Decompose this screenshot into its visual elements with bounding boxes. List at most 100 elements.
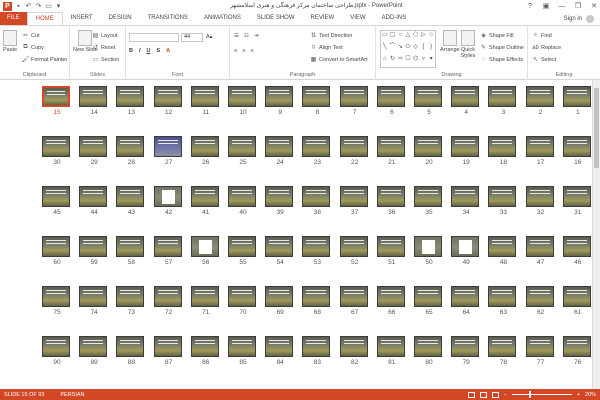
slide-image[interactable] [562, 186, 591, 207]
slide-image[interactable] [228, 86, 256, 107]
slide-image[interactable] [414, 186, 442, 207]
slide-image[interactable] [228, 336, 256, 357]
slide-thumbnail[interactable]: 13 [108, 86, 145, 120]
slide-image[interactable] [488, 286, 517, 307]
slide-image[interactable] [376, 86, 405, 107]
slide-image[interactable] [414, 236, 442, 257]
slide-thumbnail[interactable]: 74 [71, 286, 108, 320]
slide-image[interactable] [488, 336, 517, 357]
slide-image[interactable] [525, 186, 554, 207]
tab-slide-show[interactable]: SLIDE SHOW [249, 12, 303, 25]
convert-smartart-button[interactable]: ▦ Convert to SmartArt [310, 56, 368, 64]
restore-button[interactable]: ❐ [574, 2, 582, 10]
list-buttons[interactable]: ☰ ☷ ⇥ [234, 33, 258, 39]
slide-thumbnail[interactable]: 79 [443, 336, 480, 370]
select-button[interactable]: ↖ Select [532, 56, 556, 64]
slide-thumbnail[interactable]: 71 [183, 286, 219, 320]
slide-thumbnail[interactable]: 69 [257, 286, 294, 320]
slide-image[interactable] [79, 236, 108, 257]
slide-thumbnail[interactable]: 82 [332, 336, 368, 370]
tab-view[interactable]: VIEW [342, 12, 373, 25]
indent-icon[interactable]: ⇥ [254, 33, 259, 39]
slide-image[interactable] [302, 286, 331, 307]
slide-thumbnail[interactable]: 47 [518, 236, 554, 270]
slide-thumbnail[interactable]: 86 [183, 336, 219, 370]
arrange-button[interactable]: Arrange [440, 30, 460, 53]
slide-image[interactable] [265, 186, 294, 207]
align-center-icon[interactable]: ≡ [242, 48, 245, 54]
cut-button[interactable]: ✂ Cut [22, 32, 40, 40]
slide-image[interactable] [302, 86, 331, 107]
slide-sorter-view-icon[interactable] [479, 391, 487, 398]
slide-thumbnail[interactable]: 15 [34, 86, 70, 120]
slide-image[interactable] [42, 236, 70, 257]
reset-button[interactable]: ↺ Reset [92, 44, 115, 52]
slide-thumbnail[interactable]: 33 [480, 186, 517, 220]
slide-thumbnail[interactable]: 9 [257, 86, 294, 120]
slide-image[interactable] [339, 136, 368, 157]
slide-thumbnail[interactable]: 4 [443, 86, 480, 120]
slide-image[interactable] [79, 286, 108, 307]
slide-thumbnail[interactable]: 38 [294, 186, 331, 220]
tab-insert[interactable]: INSERT [63, 12, 101, 25]
slide-image[interactable] [451, 336, 480, 357]
slide-thumbnail[interactable]: 76 [555, 336, 591, 370]
slide-image[interactable] [265, 136, 294, 157]
slide-thumbnail[interactable]: 16 [555, 136, 591, 170]
slide-image[interactable] [153, 136, 182, 157]
slide-image[interactable] [116, 236, 145, 257]
font-color-icon[interactable]: A [166, 48, 170, 54]
undo-icon[interactable]: ↶ [25, 3, 32, 10]
slide-image[interactable] [302, 136, 331, 157]
numbering-icon[interactable]: ☷ [244, 33, 249, 39]
slide-thumbnail[interactable]: 60 [34, 236, 70, 270]
slide-thumbnail[interactable]: 84 [257, 336, 294, 370]
slide-image[interactable] [451, 236, 480, 257]
shape-effects-button[interactable]: ◌ Shape Effects [480, 56, 523, 63]
slide-thumbnail[interactable]: 21 [369, 136, 405, 170]
slide-image[interactable] [42, 336, 70, 357]
slide-thumbnail[interactable]: 80 [406, 336, 442, 370]
ribbon-display-icon[interactable]: ▣ [542, 2, 550, 10]
slide-image[interactable] [451, 286, 480, 307]
scrollbar-thumb[interactable] [594, 88, 599, 168]
slide-image[interactable] [414, 86, 442, 107]
slide-thumbnail[interactable]: 46 [555, 236, 591, 270]
slide-image[interactable] [302, 186, 331, 207]
customize-qat-icon[interactable]: ▾ [55, 3, 62, 10]
slide-image[interactable] [488, 136, 517, 157]
layout-button[interactable]: ▤ Layout [92, 32, 118, 40]
slide-image[interactable] [265, 286, 294, 307]
slide-image[interactable] [79, 136, 108, 157]
slide-thumbnail[interactable]: 68 [294, 286, 331, 320]
slide-thumbnail[interactable]: 63 [480, 286, 517, 320]
slide-thumbnail[interactable]: 58 [108, 236, 145, 270]
slide-thumbnail[interactable]: 77 [518, 336, 554, 370]
slide-thumbnail[interactable]: 36 [369, 186, 405, 220]
italic-icon[interactable]: I [139, 48, 141, 54]
slide-thumbnail[interactable]: 45 [34, 186, 70, 220]
find-button[interactable]: ⌕ Find [532, 32, 552, 39]
tab-file[interactable]: FILE [0, 12, 27, 25]
slide-image[interactable] [116, 286, 145, 307]
slide-thumbnail[interactable]: 72 [146, 286, 182, 320]
slide-image[interactable] [525, 136, 554, 157]
slide-image[interactable] [339, 336, 368, 357]
slide-image[interactable] [79, 86, 108, 107]
normal-view-icon[interactable] [467, 391, 475, 398]
zoom-in-button[interactable]: + [577, 392, 580, 398]
slide-thumbnail[interactable]: 49 [443, 236, 480, 270]
slide-image[interactable] [302, 236, 331, 257]
slide-thumbnail[interactable]: 43 [108, 186, 145, 220]
font-size-combo[interactable]: 44 [181, 33, 203, 42]
slide-thumbnail[interactable]: 14 [71, 86, 108, 120]
tab-review[interactable]: REVIEW [303, 12, 343, 25]
slide-thumbnail[interactable]: 52 [332, 236, 368, 270]
slide-image[interactable] [190, 86, 219, 107]
slide-image[interactable] [265, 336, 294, 357]
slide-image[interactable] [562, 136, 591, 157]
slide-thumbnail[interactable]: 54 [257, 236, 294, 270]
slide-image[interactable] [525, 86, 554, 107]
quick-styles-button[interactable]: Quick Styles [460, 30, 476, 59]
save-icon[interactable]: ▪ [15, 3, 22, 10]
